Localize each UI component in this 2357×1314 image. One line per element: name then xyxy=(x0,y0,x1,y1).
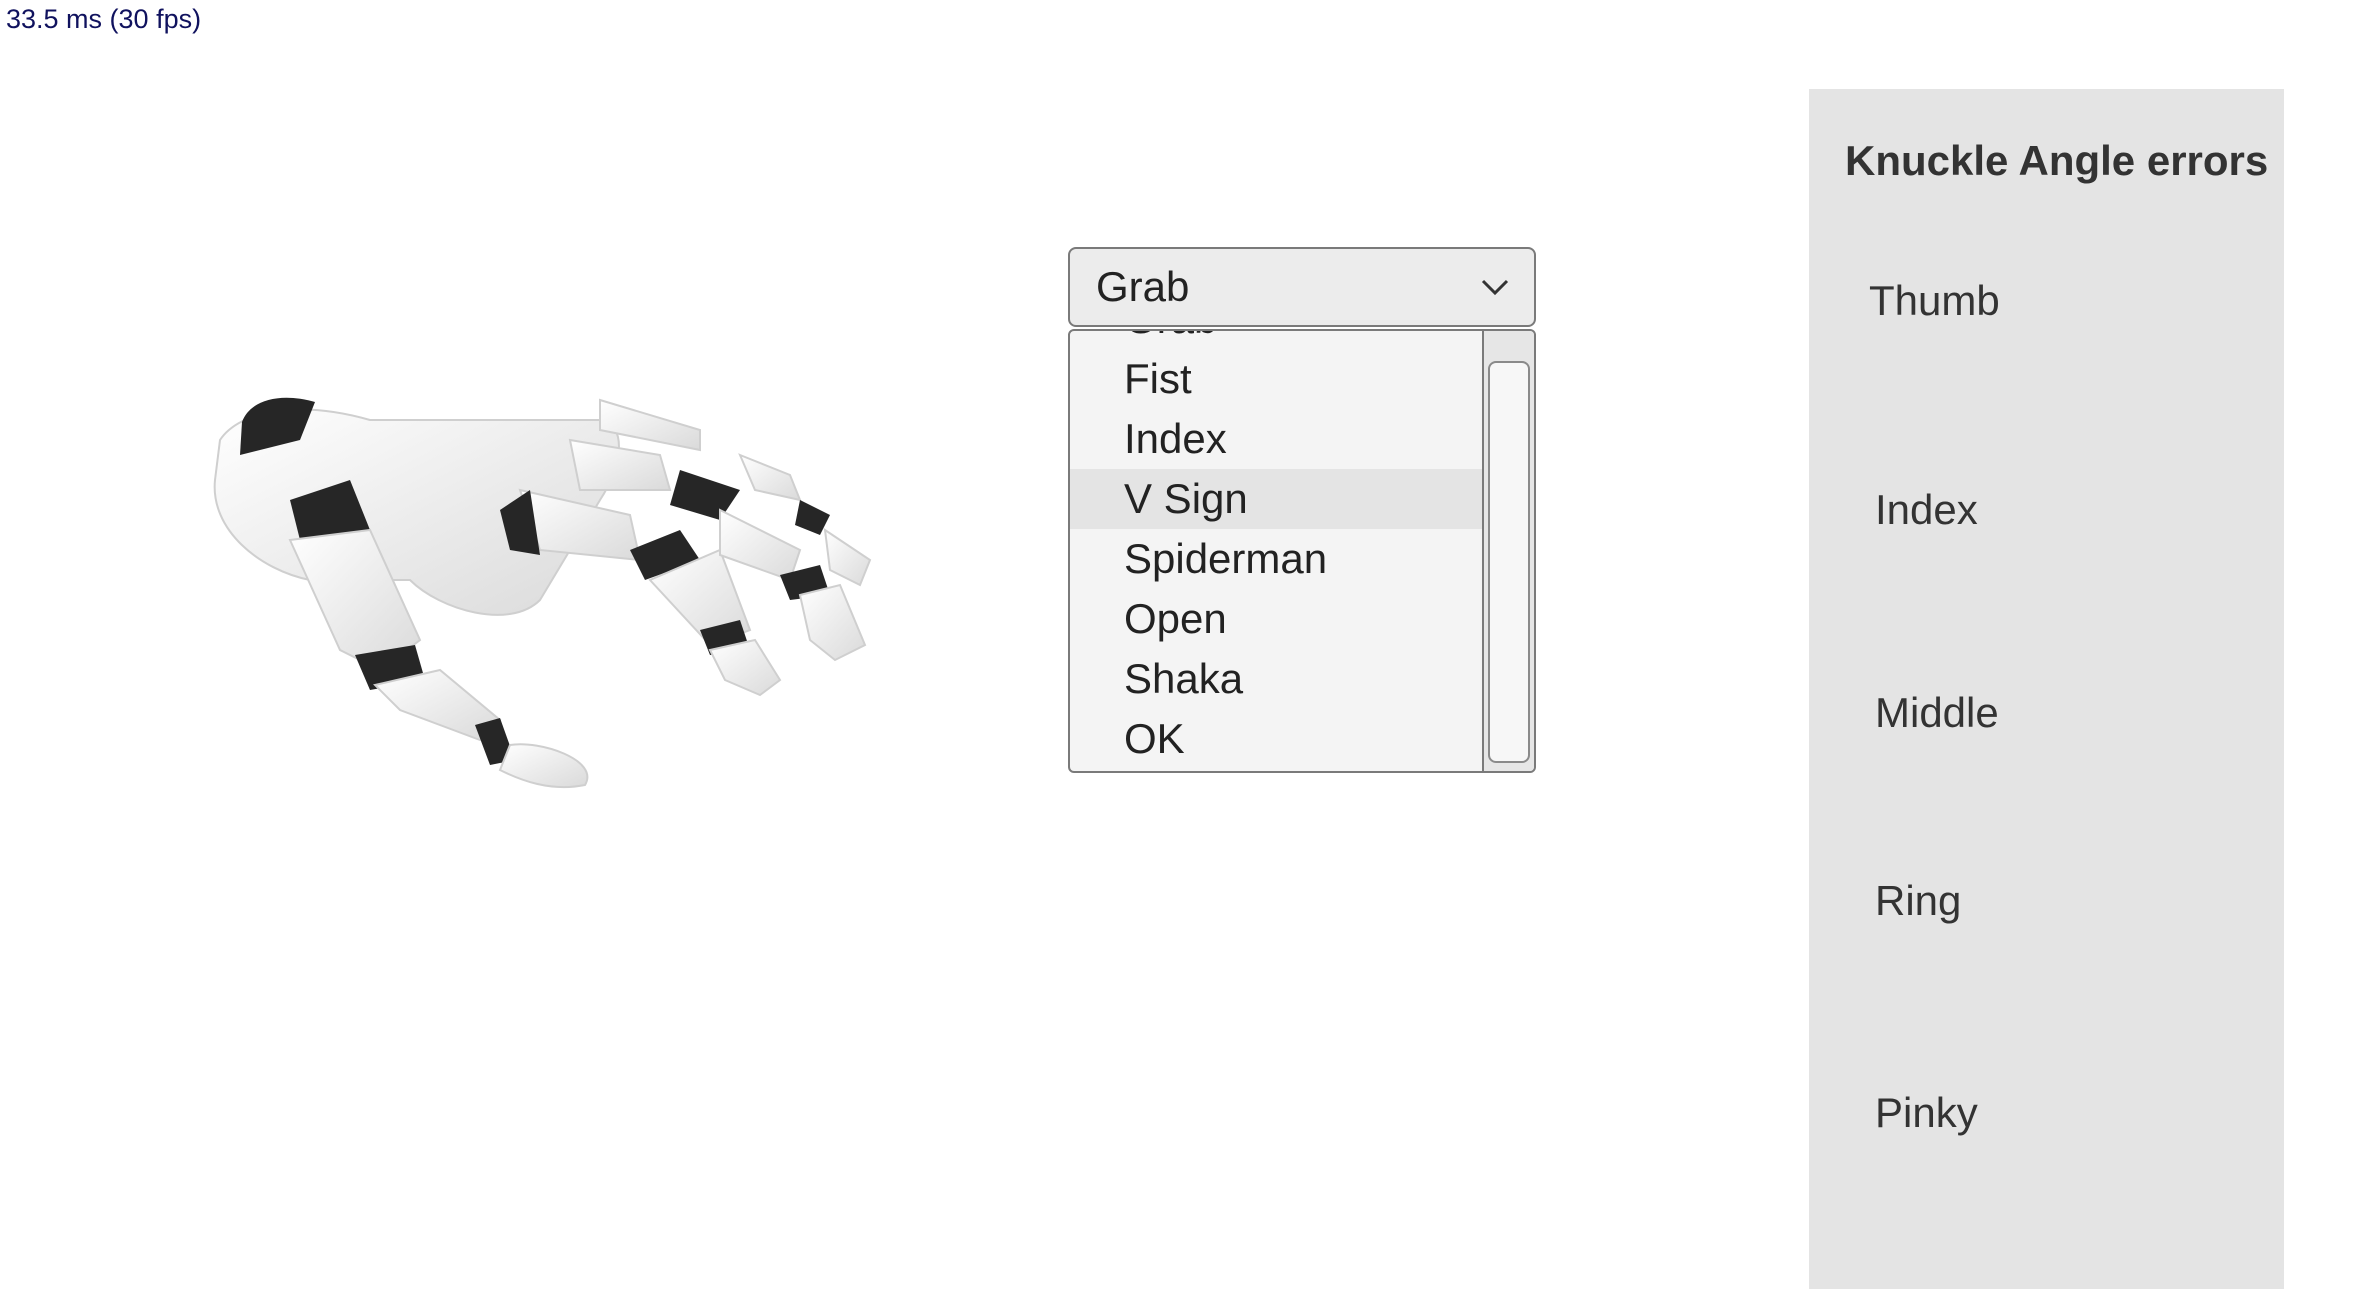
option-label: V Sign xyxy=(1124,475,1248,522)
option-ok[interactable]: OK xyxy=(1070,709,1486,769)
finger-label-index: Index xyxy=(1875,486,1978,533)
option-label: Index xyxy=(1124,415,1227,462)
option-fist[interactable]: Fist xyxy=(1070,349,1486,409)
fps-counter: 33.5 ms (30 fps) xyxy=(6,4,202,34)
knuckle-errors-panel: Knuckle Angle errors Thumb Index Middle … xyxy=(1809,89,2284,1289)
option-v-sign[interactable]: V Sign xyxy=(1070,469,1486,529)
scrollbar-thumb[interactable] xyxy=(1488,361,1530,763)
pose-dropdown-list[interactable]: ✓ Grab Fist Index V Sign Spiderman Open … xyxy=(1068,329,1536,773)
option-label: OK xyxy=(1124,715,1185,762)
checkmark-icon: ✓ xyxy=(1084,331,1107,349)
hand-model-icon xyxy=(213,397,872,789)
pose-select[interactable]: Grab xyxy=(1068,247,1536,327)
app-canvas: 33.5 ms (30 fps) Grab Fist Index V Sign … xyxy=(0,0,2357,1314)
option-label: Grab xyxy=(1124,331,1217,342)
option-label: Fist xyxy=(1124,355,1192,402)
hand-model-viewport[interactable] xyxy=(180,380,900,830)
pose-select-value: Grab xyxy=(1096,263,1190,310)
option-shaka[interactable]: Shaka xyxy=(1070,649,1486,709)
option-label: Shaka xyxy=(1124,655,1244,702)
option-index[interactable]: Index xyxy=(1070,409,1486,469)
finger-label-middle: Middle xyxy=(1875,689,1999,736)
option-spiderman[interactable]: Spiderman xyxy=(1070,529,1486,589)
option-grab[interactable]: ✓ Grab xyxy=(1070,331,1486,349)
dropdown-scrollbar[interactable] xyxy=(1482,331,1534,771)
option-label: Spiderman xyxy=(1124,535,1328,582)
option-open[interactable]: Open xyxy=(1070,589,1486,649)
option-label: Open xyxy=(1124,595,1227,642)
finger-label-pinky: Pinky xyxy=(1875,1089,1978,1136)
pose-options: ✓ Grab Fist Index V Sign Spiderman Open … xyxy=(1070,331,1486,769)
chevron-down-icon xyxy=(1481,279,1509,296)
finger-label-thumb: Thumb xyxy=(1869,277,2000,324)
finger-label-ring: Ring xyxy=(1875,877,1962,924)
panel-title: Knuckle Angle errors xyxy=(1845,137,2269,184)
